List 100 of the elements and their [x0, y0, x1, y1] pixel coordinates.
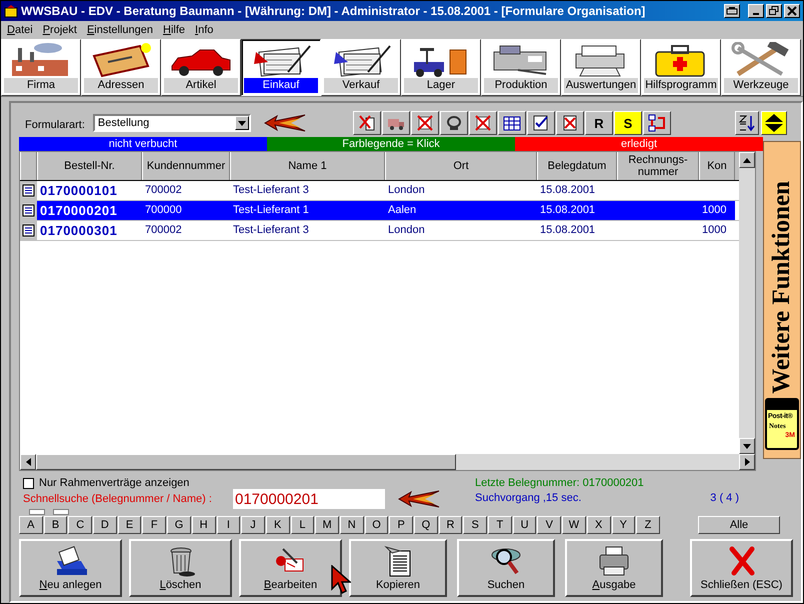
letter-button[interactable]: X	[586, 516, 610, 534]
legend-item[interactable]: erledigt	[515, 137, 763, 151]
all-button[interactable]: Alle	[698, 516, 780, 534]
letter-button[interactable]: T	[488, 516, 512, 534]
table-cell: 0170000101	[40, 183, 118, 198]
letter-button[interactable]: Y	[612, 516, 636, 534]
letter-button[interactable]: H	[192, 516, 216, 534]
action-button[interactable]: Löschen	[129, 539, 232, 597]
maximize-button[interactable]	[766, 4, 782, 18]
letter-button[interactable]: Z	[636, 516, 660, 534]
letter-button[interactable]: G	[167, 516, 191, 534]
action-button[interactable]: Ausgabe	[565, 539, 663, 597]
close-icon	[787, 6, 797, 16]
action-button[interactable]: Neu anlegen	[19, 539, 122, 597]
menu-item[interactable]: Projekt	[38, 24, 83, 36]
tool-button[interactable]	[352, 111, 381, 135]
column-header[interactable]: Rechnungs-nummer	[617, 152, 699, 180]
minimize-button[interactable]	[748, 4, 764, 18]
letter-button[interactable]: C	[68, 516, 92, 534]
column-header[interactable]: Bestell-Nr.	[37, 152, 142, 180]
module-tab[interactable]: Produktion	[481, 39, 561, 96]
form-type-dropdown[interactable]: Bestellung	[92, 114, 251, 132]
menu-item[interactable]: Einstellungen	[82, 24, 160, 36]
up-down-button[interactable]	[761, 111, 787, 135]
letter-button[interactable]: A	[19, 516, 43, 534]
letter-button[interactable]: V	[537, 516, 562, 534]
table-cell: Test-Lieferant 3	[233, 184, 309, 196]
action-button[interactable]: Bearbeiten	[239, 539, 342, 597]
quick-search-field[interactable]: 0170000201	[233, 489, 385, 509]
letter-button[interactable]: Q	[414, 516, 438, 534]
column-header[interactable]: Belegdatum	[537, 152, 617, 180]
small-tab[interactable]	[29, 509, 45, 515]
scroll-down-button[interactable]	[739, 438, 755, 454]
frame-contracts-checkbox[interactable]: Nur Rahmenverträge anzeigen	[23, 477, 469, 489]
menu-item[interactable]: Info	[191, 24, 220, 36]
module-tab[interactable]: Werkzeuge	[721, 39, 801, 96]
letter-button[interactable]: I	[216, 516, 240, 534]
legend-item[interactable]: nicht verbucht	[19, 137, 267, 151]
tool-button[interactable]	[642, 111, 671, 135]
letter-button[interactable]: M	[315, 516, 339, 534]
tool-button[interactable]	[556, 111, 584, 135]
column-header[interactable]: Kundennummer	[142, 152, 230, 180]
letter-button[interactable]: N	[340, 516, 364, 534]
table-cell: 700002	[145, 224, 182, 236]
letter-button[interactable]: O	[364, 516, 388, 534]
module-tab[interactable]: Einkauf	[241, 39, 321, 96]
mouse-pointer-icon	[331, 565, 351, 595]
module-tab[interactable]: Adressen	[81, 39, 161, 96]
letter-button[interactable]: B	[44, 516, 68, 534]
module-tab[interactable]: Firma	[1, 39, 81, 96]
table-cell: 15.08.2001	[540, 224, 596, 236]
action-button[interactable]: Schließen (ESC)	[690, 539, 793, 597]
sort-button[interactable]	[735, 111, 759, 135]
scroll-up-button[interactable]	[739, 152, 755, 168]
tool-button[interactable]	[468, 111, 497, 135]
column-header[interactable]: Ort	[385, 152, 537, 180]
close-button[interactable]	[784, 4, 800, 18]
letter-button[interactable]: S	[463, 516, 488, 534]
letter-button[interactable]: P	[389, 516, 413, 534]
tool-button[interactable]	[498, 111, 526, 135]
tool-button[interactable]	[440, 111, 468, 135]
tool-button[interactable]	[526, 111, 555, 135]
action-button[interactable]: Kopieren	[349, 539, 447, 597]
table-row[interactable]: 0170000301 700002 Test-Lieferant 3 London 15.08.2001 1000	[20, 221, 739, 241]
module-tab[interactable]: Artikel	[161, 39, 241, 96]
app-icon	[4, 4, 18, 18]
column-header[interactable]: Name 1	[230, 152, 385, 180]
module-tab[interactable]: Auswertungen	[561, 39, 641, 96]
printer-icon	[726, 6, 738, 16]
tool-button[interactable]	[382, 111, 410, 135]
arrow-down-icon	[743, 444, 751, 448]
letter-button[interactable]: D	[93, 516, 117, 534]
legend-item[interactable]: Farblegende = Klick	[267, 137, 515, 151]
small-tab[interactable]	[53, 509, 69, 515]
scroll-thumb[interactable]	[36, 454, 456, 470]
letter-button[interactable]: R	[438, 516, 462, 534]
tool-button[interactable]: R	[584, 111, 613, 135]
table-cell: Aalen	[388, 204, 416, 216]
letter-button[interactable]: W	[562, 516, 586, 534]
table-row[interactable]: 0170000201 700000 Test-Lieferant 1 Aalen 15.08.2001 1000	[20, 201, 739, 221]
menu-item[interactable]: Hilfe	[159, 24, 192, 36]
menu-item[interactable]: Datei	[3, 24, 39, 36]
letter-button[interactable]: U	[512, 516, 536, 534]
module-tab[interactable]: Lager	[401, 39, 481, 96]
letter-button[interactable]: E	[118, 516, 142, 534]
scroll-right-button[interactable]	[739, 454, 755, 470]
column-header[interactable]: Kon	[699, 152, 735, 180]
letter-button[interactable]: L	[290, 516, 314, 534]
module-tab[interactable]: Verkauf	[321, 39, 401, 96]
checkbox[interactable]	[23, 478, 34, 488]
action-button[interactable]: Suchen	[457, 539, 555, 597]
print-button[interactable]	[724, 4, 740, 18]
module-tab[interactable]: Hilfsprogramm	[641, 39, 721, 96]
minimize-icon	[753, 13, 759, 15]
letter-button[interactable]: J	[241, 516, 265, 534]
tool-button[interactable]: S	[614, 111, 642, 135]
letter-button[interactable]: K	[266, 516, 290, 534]
scroll-left-button[interactable]	[20, 454, 36, 470]
tool-button[interactable]	[410, 111, 439, 135]
letter-button[interactable]: F	[142, 516, 166, 534]
